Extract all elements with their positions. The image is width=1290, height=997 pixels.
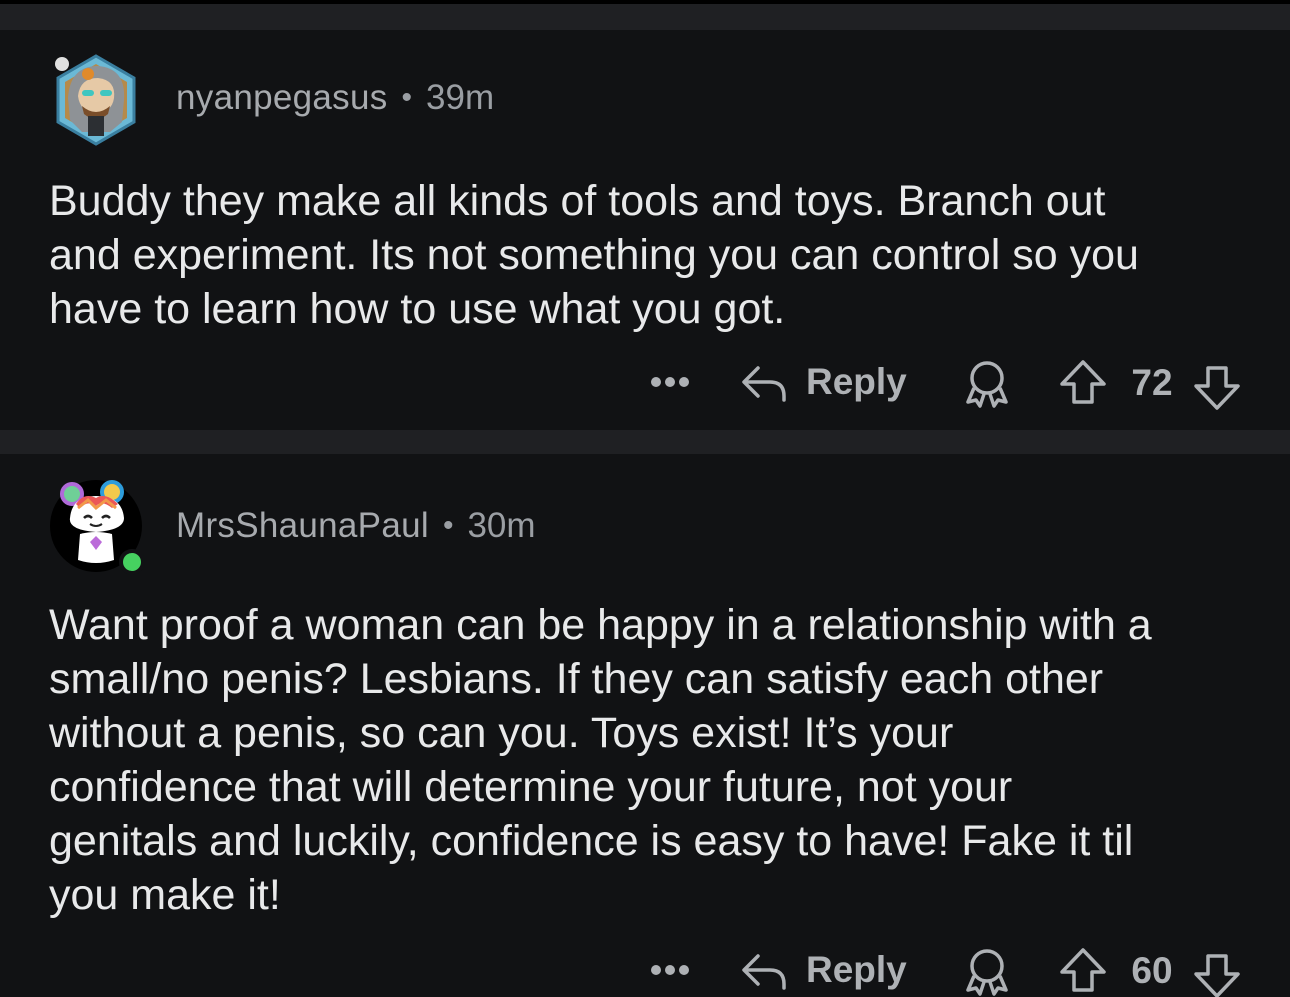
username[interactable]: MrsShaunaPaul	[176, 506, 429, 546]
reply-arrow-icon	[742, 954, 786, 990]
reply-label: Reply	[806, 361, 907, 402]
comment-line: you make it!	[49, 871, 281, 919]
reply-button[interactable]: Reply	[740, 356, 907, 408]
award-icon	[966, 949, 1008, 996]
comment-body: Want proof a woman can be happy in a rel…	[49, 598, 1249, 922]
downvote-button[interactable]	[1192, 950, 1242, 997]
top-gap	[0, 4, 1290, 30]
comment-body: Buddy they make all kinds of tools and t…	[49, 174, 1249, 336]
award-button[interactable]	[962, 946, 1012, 996]
meta-separator: •	[442, 509, 454, 542]
comment-line: Want proof a woman can be happy in a rel…	[49, 601, 1152, 649]
vote-score: 60	[1131, 950, 1173, 991]
downvote-arrow-icon	[1194, 954, 1240, 997]
downvote-button[interactable]	[1192, 362, 1242, 412]
online-status-indicator	[119, 549, 145, 575]
username[interactable]: nyanpegasus	[176, 78, 388, 118]
comment: MrsShaunaPaul • 30m Want proof a woman c…	[0, 454, 1290, 997]
reply-arrow-icon	[742, 366, 786, 402]
timestamp: 30m	[467, 506, 536, 545]
vote-score: 72	[1131, 362, 1173, 403]
snoo-avatar-rainbow-icon[interactable]	[48, 478, 145, 575]
award-icon	[966, 361, 1008, 408]
comment-feed: nyanpegasus • 39m Buddy they make all ki…	[0, 0, 1290, 997]
more-options-button[interactable]	[648, 952, 692, 988]
comment-actions: Reply 72	[640, 352, 1250, 412]
reply-button[interactable]: Reply	[740, 944, 907, 996]
upvote-button[interactable]	[1058, 946, 1108, 996]
downvote-arrow-icon	[1194, 366, 1240, 410]
award-button[interactable]	[962, 358, 1012, 408]
comment-line: confidence that will determine your futu…	[49, 763, 1013, 811]
comment-actions: Reply 60	[640, 940, 1250, 997]
ellipsis-icon	[651, 377, 689, 387]
timestamp: 39m	[426, 78, 495, 117]
comment-line: and experiment. Its not something you ca…	[49, 231, 1139, 279]
more-options-button[interactable]	[648, 364, 692, 400]
comment-line: small/no penis? Lesbians. If they can sa…	[49, 655, 1104, 703]
reply-label: Reply	[806, 949, 907, 990]
upvote-button[interactable]	[1058, 358, 1108, 408]
comment-meta: MrsShaunaPaul • 30m	[176, 506, 536, 546]
comment: nyanpegasus • 39m Buddy they make all ki…	[0, 30, 1290, 430]
snoo-avatar-hooded-icon[interactable]	[48, 52, 144, 148]
comment-meta: nyanpegasus • 39m	[176, 78, 494, 118]
comment-line: have to learn how to use what you got.	[49, 285, 786, 333]
comment-line: genitals and luckily, confidence is easy…	[49, 817, 1134, 865]
meta-separator: •	[401, 81, 413, 114]
comment-line: Buddy they make all kinds of tools and t…	[49, 177, 1106, 225]
upvote-arrow-icon	[1060, 360, 1106, 404]
comment-line: without a penis, so can you. Toys exist!…	[49, 709, 954, 757]
comment-separator	[0, 430, 1290, 454]
upvote-arrow-icon	[1060, 948, 1106, 992]
ellipsis-icon	[651, 965, 689, 975]
